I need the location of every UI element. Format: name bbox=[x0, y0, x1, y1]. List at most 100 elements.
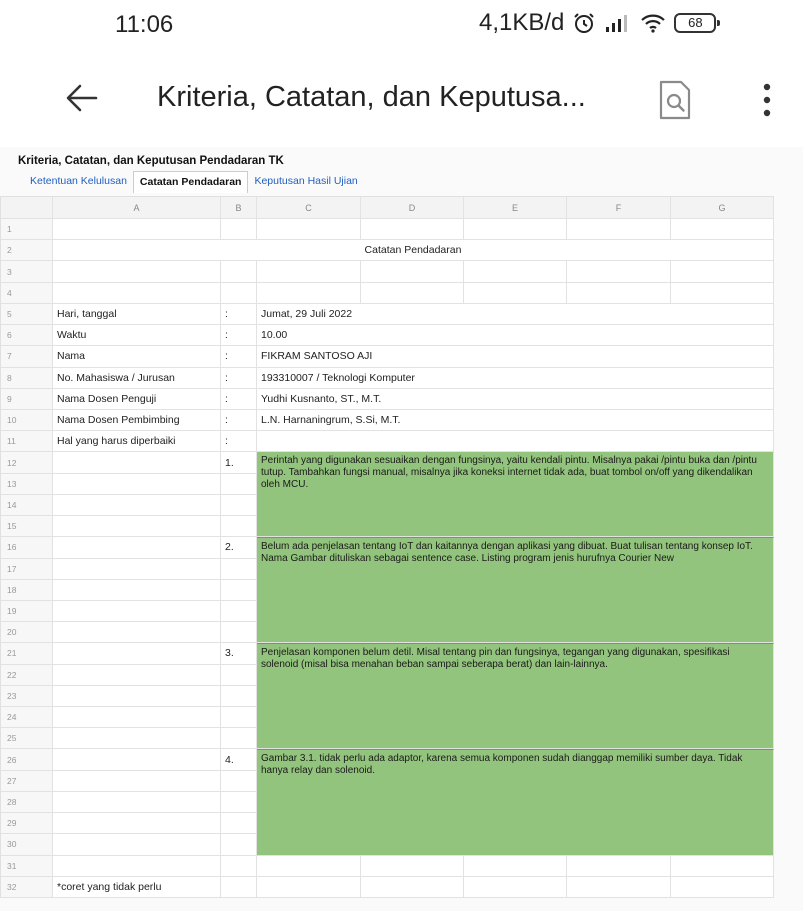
note-number[interactable]: 4. bbox=[221, 749, 257, 771]
empty-cell[interactable] bbox=[53, 261, 221, 283]
tab-catatan-pendadaran[interactable]: Catatan Pendadaran bbox=[132, 171, 249, 193]
back-button[interactable] bbox=[62, 78, 102, 118]
empty-cell[interactable] bbox=[221, 494, 257, 517]
empty-cell[interactable] bbox=[221, 622, 257, 644]
empty-cell[interactable] bbox=[361, 261, 464, 283]
empty-cell[interactable] bbox=[221, 516, 257, 538]
empty-cell[interactable] bbox=[53, 537, 221, 559]
empty-cell[interactable] bbox=[221, 219, 257, 241]
empty-cell[interactable] bbox=[221, 558, 257, 580]
row-number[interactable]: 30 bbox=[1, 834, 53, 856]
column-header[interactable]: C bbox=[257, 197, 361, 219]
column-header[interactable]: E bbox=[464, 197, 567, 219]
note-number[interactable]: 3. bbox=[221, 643, 257, 665]
empty-cell[interactable] bbox=[221, 664, 257, 686]
empty-cell[interactable] bbox=[464, 261, 567, 283]
empty-cell[interactable] bbox=[221, 473, 257, 495]
field-label[interactable]: Hari, tanggal bbox=[53, 303, 221, 326]
empty-cell[interactable] bbox=[53, 516, 221, 538]
row-number[interactable]: 32 bbox=[1, 876, 53, 898]
field-separator[interactable]: : bbox=[221, 325, 257, 347]
row-number[interactable]: 11 bbox=[1, 431, 53, 453]
empty-cell[interactable] bbox=[53, 452, 221, 474]
field-value[interactable]: Yudhi Kusnanto, ST., M.T. bbox=[257, 388, 774, 410]
row-number[interactable]: 23 bbox=[1, 685, 53, 708]
empty-cell[interactable] bbox=[361, 855, 464, 877]
empty-cell[interactable] bbox=[464, 876, 567, 898]
empty-cell[interactable] bbox=[221, 282, 257, 304]
empty-cell[interactable] bbox=[361, 876, 464, 898]
tab-ketentuan-kelulusan[interactable]: Ketentuan Kelulusan bbox=[24, 171, 133, 193]
empty-cell[interactable] bbox=[221, 600, 257, 623]
empty-cell[interactable] bbox=[257, 876, 361, 898]
row-number[interactable]: 28 bbox=[1, 791, 53, 814]
empty-cell[interactable] bbox=[53, 728, 221, 750]
empty-cell[interactable] bbox=[464, 219, 567, 241]
empty-cell[interactable] bbox=[221, 813, 257, 835]
empty-cell[interactable] bbox=[567, 282, 671, 304]
empty-cell[interactable] bbox=[53, 473, 221, 495]
empty-cell[interactable] bbox=[53, 685, 221, 708]
sheet-grid[interactable]: A B C D E F G 1 2 3 4 5 6 7 8 9 10 11 12 13 14 15 16 17 1… bbox=[0, 196, 774, 898]
row-number[interactable]: 3 bbox=[1, 261, 53, 283]
row-number[interactable]: 6 bbox=[1, 325, 53, 347]
empty-cell[interactable] bbox=[221, 855, 257, 877]
empty-cell[interactable] bbox=[53, 855, 221, 877]
field-label[interactable]: Nama Dosen Penguji bbox=[53, 388, 221, 410]
row-number[interactable]: 17 bbox=[1, 558, 53, 580]
empty-cell[interactable] bbox=[53, 622, 221, 644]
field-value[interactable]: Jumat, 29 Juli 2022 bbox=[257, 303, 774, 326]
field-label[interactable]: No. Mahasiswa / Jurusan bbox=[53, 367, 221, 389]
empty-cell[interactable] bbox=[567, 261, 671, 283]
empty-cell[interactable] bbox=[567, 219, 671, 241]
empty-cell[interactable] bbox=[671, 855, 774, 877]
tab-keputusan-hasil-ujian[interactable]: Keputusan Hasil Ujian bbox=[248, 171, 363, 193]
empty-cell[interactable] bbox=[53, 558, 221, 580]
row-number[interactable]: 27 bbox=[1, 770, 53, 792]
row-number[interactable]: 21 bbox=[1, 643, 53, 665]
row-number[interactable]: 12 bbox=[1, 452, 53, 474]
empty-cell[interactable] bbox=[53, 494, 221, 517]
empty-cell[interactable] bbox=[53, 219, 221, 241]
empty-cell[interactable] bbox=[464, 282, 567, 304]
empty-cell[interactable] bbox=[221, 579, 257, 601]
row-number[interactable]: 7 bbox=[1, 346, 53, 368]
empty-cell[interactable] bbox=[53, 813, 221, 835]
empty-cell[interactable] bbox=[221, 261, 257, 283]
field-value[interactable]: FIKRAM SANTOSO AJI bbox=[257, 346, 774, 368]
field-value[interactable]: 193310007 / Teknologi Komputer bbox=[257, 367, 774, 389]
note-text[interactable]: Penjelasan komponen belum detil. Misal t… bbox=[257, 643, 774, 750]
row-number[interactable]: 16 bbox=[1, 537, 53, 559]
empty-cell[interactable] bbox=[567, 876, 671, 898]
empty-cell[interactable] bbox=[221, 707, 257, 729]
row-number[interactable]: 25 bbox=[1, 728, 53, 750]
column-header[interactable]: F bbox=[567, 197, 671, 219]
field-label[interactable]: Hal yang harus diperbaiki bbox=[53, 431, 221, 453]
empty-cell[interactable] bbox=[221, 685, 257, 708]
empty-cell[interactable] bbox=[53, 579, 221, 601]
footnote[interactable]: *coret yang tidak perlu bbox=[53, 876, 221, 898]
empty-cell[interactable] bbox=[221, 834, 257, 856]
column-header[interactable]: B bbox=[221, 197, 257, 219]
empty-cell[interactable] bbox=[53, 834, 221, 856]
corner-cell[interactable] bbox=[1, 197, 53, 219]
row-number[interactable]: 20 bbox=[1, 622, 53, 644]
empty-cell[interactable] bbox=[53, 600, 221, 623]
row-number[interactable]: 9 bbox=[1, 388, 53, 410]
empty-cell[interactable] bbox=[671, 261, 774, 283]
note-number[interactable]: 1. bbox=[221, 452, 257, 474]
field-separator[interactable]: : bbox=[221, 431, 257, 453]
note-text[interactable]: Belum ada penjelasan tentang IoT dan kai… bbox=[257, 537, 774, 644]
field-separator[interactable]: : bbox=[221, 388, 257, 410]
empty-cell[interactable] bbox=[567, 855, 671, 877]
field-separator[interactable]: : bbox=[221, 346, 257, 368]
column-header[interactable]: D bbox=[361, 197, 464, 219]
row-number[interactable]: 10 bbox=[1, 409, 53, 432]
field-value[interactable]: 10.00 bbox=[257, 325, 774, 347]
find-in-sheet-button[interactable] bbox=[655, 78, 695, 122]
field-label[interactable]: Nama Dosen Pembimbing bbox=[53, 409, 221, 432]
empty-cell[interactable] bbox=[221, 876, 257, 898]
empty-cell[interactable] bbox=[361, 282, 464, 304]
empty-cell[interactable] bbox=[257, 261, 361, 283]
empty-cell[interactable] bbox=[671, 219, 774, 241]
